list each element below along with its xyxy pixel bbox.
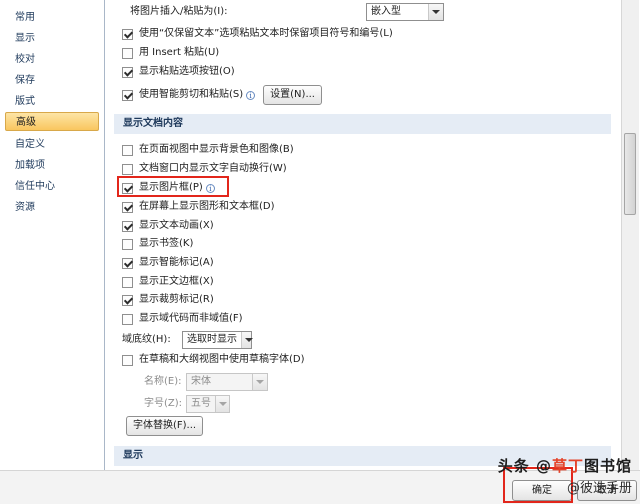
checkbox[interactable] [122, 276, 133, 288]
field-shading-label: 域底纹(H): [122, 334, 171, 345]
chevron-down-icon[interactable] [428, 4, 443, 20]
smart-cut-settings-button[interactable]: 设置(N)... [263, 85, 322, 105]
chevron-down-icon[interactable] [215, 396, 229, 412]
show-doc-option[interactable]: 显示智能标记(A) [122, 255, 214, 271]
nav-item-display[interactable]: 显示 [5, 29, 99, 48]
keep-bullets-label: 使用“仅保留文本”选项粘贴文本时保留项目符号和编号(L) [139, 28, 393, 39]
draft-font-label: 在草稿和大纲视图中使用草稿字体(D) [139, 354, 305, 365]
checkbox[interactable] [122, 144, 133, 156]
info-icon: i [246, 90, 256, 100]
red-highlight-box [117, 176, 229, 197]
scrollbar-thumb[interactable] [624, 133, 636, 215]
show-doc-option-label: 显示域代码而非域值(F) [139, 313, 243, 324]
show-paste-options-checkbox[interactable] [122, 66, 133, 78]
show-doc-option[interactable]: 在页面视图中显示背景色和图像(B) [122, 142, 294, 158]
font-substitution-row: 字体替换(F)... [126, 416, 204, 436]
nav-item-proofing[interactable]: 校对 [5, 50, 99, 69]
show-doc-option[interactable]: 在屏幕上显示图形和文本框(D) [122, 199, 275, 215]
show-doc-option[interactable]: 文档窗口内显示文字自动换行(W) [122, 161, 287, 177]
section-header-display: 显示 [114, 446, 611, 466]
show-doc-option-label: 显示正文边框(X) [139, 276, 214, 287]
options-content: 将图片插入/粘贴为(I): 嵌入型 使用“仅保留文本”选项粘贴文本时保留项目符号… [106, 0, 621, 470]
checkbox[interactable] [122, 163, 133, 175]
chevron-down-icon[interactable] [252, 374, 267, 390]
insert-picture-label: 将图片插入/粘贴为(I): [130, 6, 228, 17]
font-name-value: 宋体 [191, 376, 211, 387]
smart-cut-checkbox[interactable] [122, 89, 133, 101]
checkbox[interactable] [122, 313, 133, 325]
show-paste-options-label: 显示粘贴选项按钮(O) [139, 66, 235, 77]
nav-item-addins[interactable]: 加载项 [5, 156, 99, 175]
font-name-row: 名称(E): 宋体 [144, 372, 268, 392]
nav-item-save[interactable]: 保存 [5, 71, 99, 90]
show-doc-option-label: 显示裁剪标记(R) [139, 294, 214, 305]
red-highlight-box-ok [503, 467, 573, 503]
font-size-value: 五号 [191, 398, 211, 409]
insert-picture-value: 嵌入型 [371, 6, 401, 17]
show-doc-option-label: 在屏幕上显示图形和文本框(D) [139, 201, 275, 212]
smart-cut-label: 使用智能剪切和粘贴(S) [139, 89, 244, 100]
checkbox[interactable] [122, 238, 133, 250]
draft-font-checkbox[interactable] [122, 354, 133, 366]
show-doc-option[interactable]: 显示书签(K) [122, 236, 193, 252]
font-substitution-button[interactable]: 字体替换(F)... [126, 416, 204, 436]
field-shading-select[interactable]: 选取时显示 [182, 331, 253, 349]
section-header-show-doc: 显示文档内容 [114, 114, 611, 134]
keep-bullets-checkbox[interactable] [122, 28, 133, 40]
smart-cut-option[interactable]: 使用智能剪切和粘贴(S) i 设置(N)... [122, 84, 322, 106]
checkbox[interactable] [122, 220, 133, 232]
insert-picture-select[interactable]: 嵌入型 [366, 3, 444, 21]
keep-bullets-option[interactable]: 使用“仅保留文本”选项粘贴文本时保留项目符号和编号(L) [122, 26, 393, 42]
font-name-label: 名称(E): [144, 376, 182, 387]
show-doc-option[interactable]: 显示裁剪标记(R) [122, 292, 214, 308]
nav-item-customize[interactable]: 自定义 [5, 135, 99, 154]
insert-picture-row: 将图片插入/粘贴为(I): 嵌入型 [130, 3, 444, 21]
nav-item-common[interactable]: 常用 [5, 8, 99, 27]
options-nav: 常用 显示 校对 保存 版式 高级 自定义 加载项 信任中心 资源 [0, 0, 105, 470]
font-size-select[interactable]: 五号 [186, 395, 230, 413]
vertical-scrollbar[interactable] [621, 0, 639, 470]
show-doc-option-label: 在页面视图中显示背景色和图像(B) [139, 144, 294, 155]
field-shading-value: 选取时显示 [187, 334, 237, 345]
field-shading-row: 域底纹(H): 选取时显示 [122, 330, 253, 350]
show-doc-option-label: 显示文本动画(X) [139, 220, 214, 231]
checkbox[interactable] [122, 201, 133, 213]
insert-key-label: 用 Insert 粘贴(U) [139, 47, 220, 58]
nav-item-advanced[interactable]: 高级 [5, 112, 99, 131]
font-size-row: 字号(Z): 五号 [144, 394, 230, 414]
show-doc-option[interactable]: 显示文本动画(X) [122, 218, 214, 234]
nav-item-resources[interactable]: 资源 [5, 198, 99, 217]
show-doc-option-label: 显示书签(K) [139, 238, 194, 249]
cancel-button[interactable]: 取消 [577, 480, 637, 501]
show-doc-option[interactable]: 显示域代码而非域值(F) [122, 311, 243, 327]
show-doc-option-label: 文档窗口内显示文字自动换行(W) [139, 163, 287, 174]
show-doc-option[interactable]: 显示正文边框(X) [122, 274, 214, 290]
insert-key-option[interactable]: 用 Insert 粘贴(U) [122, 45, 219, 61]
nav-item-layout[interactable]: 版式 [5, 92, 99, 111]
insert-key-checkbox[interactable] [122, 47, 133, 59]
show-doc-option-label: 显示智能标记(A) [139, 257, 214, 268]
checkbox[interactable] [122, 294, 133, 306]
nav-item-trust-center[interactable]: 信任中心 [5, 177, 99, 196]
show-paste-options-option[interactable]: 显示粘贴选项按钮(O) [122, 64, 235, 80]
draft-font-option[interactable]: 在草稿和大纲视图中使用草稿字体(D) [122, 352, 305, 368]
checkbox[interactable] [122, 257, 133, 269]
font-name-select[interactable]: 宋体 [186, 373, 268, 391]
font-size-label: 字号(Z): [144, 398, 183, 409]
chevron-down-icon[interactable] [241, 332, 253, 348]
